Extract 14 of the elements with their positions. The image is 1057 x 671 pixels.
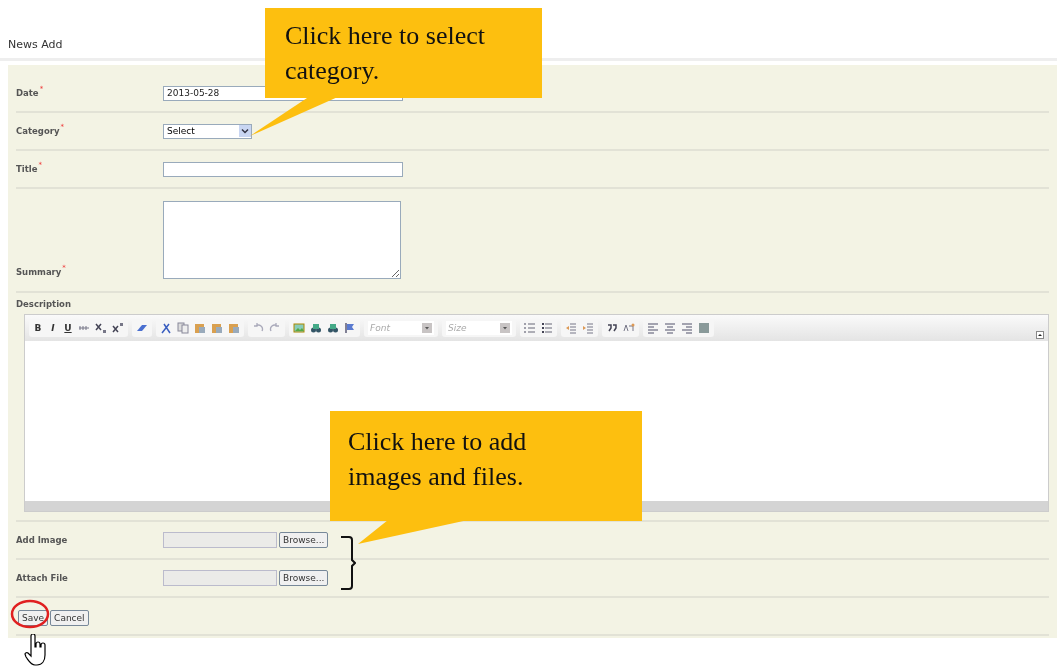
field-label: Description xyxy=(16,299,72,309)
browse-button[interactable]: Browse... xyxy=(279,570,329,586)
browse-button[interactable]: Browse... xyxy=(279,532,329,548)
field-label: Add Image xyxy=(16,535,69,545)
form-button[interactable]: Cancel xyxy=(50,610,89,626)
field-label: Category xyxy=(16,126,60,136)
field-label: Title xyxy=(16,164,38,174)
field-label: Date xyxy=(16,88,39,98)
italic-button[interactable]: I xyxy=(48,323,58,333)
field-label: Attach File xyxy=(16,573,69,583)
bold-button[interactable]: B xyxy=(33,323,43,333)
underline-button[interactable]: U xyxy=(63,323,73,333)
field-label: Summary xyxy=(16,267,62,277)
category-dropdown[interactable]: Select xyxy=(163,123,252,139)
